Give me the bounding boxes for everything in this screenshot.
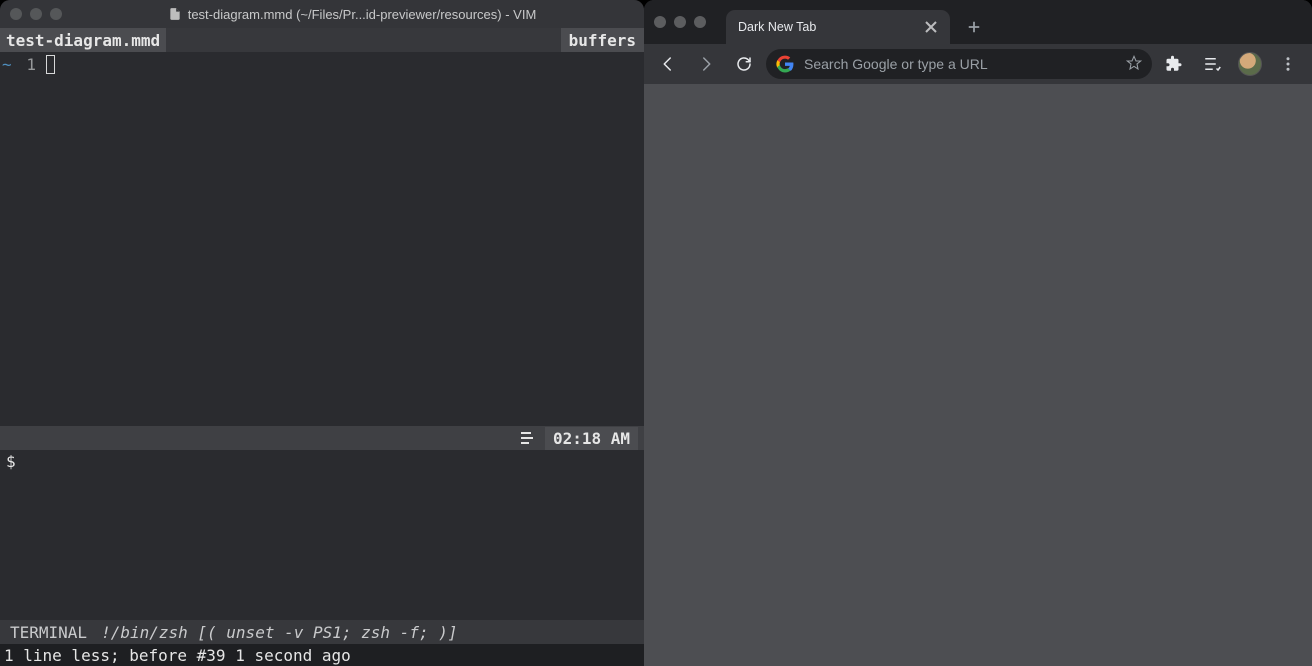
chrome-minimize-traffic-light[interactable] [674, 16, 686, 28]
list-icon [519, 430, 535, 446]
vim-gutter-tilde: ~ [0, 54, 14, 76]
terminal-prompt: $ [6, 452, 16, 471]
chrome-close-traffic-light[interactable] [654, 16, 666, 28]
vim-buffers-label[interactable]: buffers [561, 28, 644, 52]
close-icon[interactable] [924, 20, 938, 34]
vim-statusline-lower: TERMINAL !/bin/zsh [( unset -v PS1; zsh … [0, 620, 644, 644]
omnibox-placeholder: Search Google or type a URL [804, 56, 1116, 72]
vim-tabbar-spacer [166, 28, 560, 52]
vim-mode-label: TERMINAL [10, 623, 87, 642]
vim-window-title: test-diagram.mmd (~/Files/Pr...id-previe… [70, 7, 634, 22]
chrome-tab-active[interactable]: Dark New Tab [726, 10, 950, 44]
vim-clock-text: 02:18 AM [553, 429, 630, 448]
chrome-traffic-lights [654, 0, 716, 44]
vim-traffic-lights [10, 8, 62, 20]
back-button[interactable] [652, 48, 684, 80]
reload-button[interactable] [728, 48, 760, 80]
close-traffic-light[interactable] [10, 8, 22, 20]
vim-statusline-upper: 02:18 AM [0, 426, 644, 450]
chrome-toolbar: Search Google or type a URL [644, 44, 1312, 84]
chrome-zoom-traffic-light[interactable] [694, 16, 706, 28]
vim-window-title-text: test-diagram.mmd (~/Files/Pr...id-previe… [188, 7, 537, 22]
google-icon [776, 55, 794, 73]
vim-shell-info: !/bin/zsh [( unset -v PS1; zsh -f; )] [101, 623, 457, 642]
omnibox[interactable]: Search Google or type a URL [766, 49, 1152, 79]
reading-list-button[interactable] [1196, 48, 1228, 80]
vim-window: test-diagram.mmd (~/Files/Pr...id-previe… [0, 0, 644, 666]
chrome-window: Dark New Tab Search Google or type [644, 0, 1312, 666]
file-icon [168, 7, 182, 21]
vim-tab-active[interactable]: test-diagram.mmd [0, 28, 166, 52]
vim-tabbar: test-diagram.mmd buffers [0, 28, 644, 52]
extensions-button[interactable] [1158, 48, 1190, 80]
minimize-traffic-light[interactable] [30, 8, 42, 20]
new-tab-button[interactable] [960, 13, 988, 41]
chrome-menu-button[interactable] [1272, 48, 1304, 80]
forward-button[interactable] [690, 48, 722, 80]
vim-editor-pane[interactable]: ~ 1 [0, 52, 644, 426]
profile-avatar[interactable] [1234, 48, 1266, 80]
vim-clock: 02:18 AM [545, 427, 638, 450]
vim-message-line: 1 line less; before #39 1 second ago [0, 644, 644, 666]
vim-line-number: 1 [14, 54, 44, 76]
vim-terminal-pane[interactable]: $ [0, 450, 644, 620]
vim-tab-filename: test-diagram.mmd [6, 31, 160, 50]
avatar-icon [1238, 52, 1262, 76]
vim-line-1: ~ 1 [0, 54, 644, 76]
bookmark-star-icon[interactable] [1126, 55, 1142, 74]
zoom-traffic-light[interactable] [50, 8, 62, 20]
chrome-tabstrip: Dark New Tab [644, 0, 1312, 44]
vim-buffers-text: buffers [569, 31, 636, 50]
chrome-tab-title: Dark New Tab [738, 20, 914, 34]
vim-titlebar: test-diagram.mmd (~/Files/Pr...id-previe… [0, 0, 644, 28]
vim-message-text: 1 line less; before #39 1 second ago [4, 646, 351, 665]
chrome-viewport[interactable] [644, 84, 1312, 666]
vim-cursor [46, 55, 55, 74]
